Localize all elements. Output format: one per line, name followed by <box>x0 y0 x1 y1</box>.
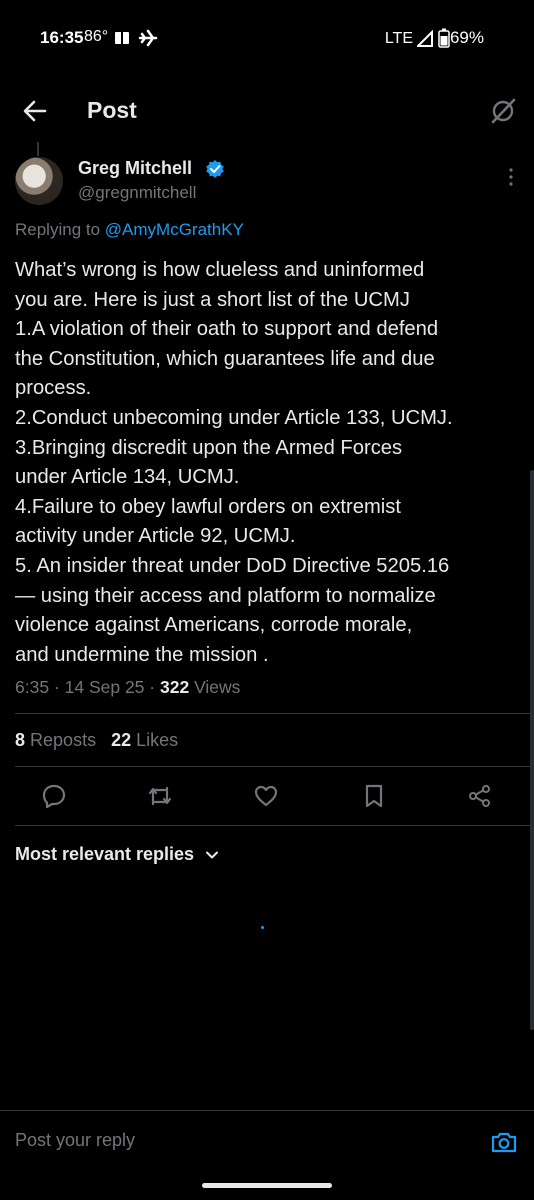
post-line: under Article 134, UCMJ. <box>15 466 240 489</box>
home-indicator[interactable] <box>202 1183 332 1188</box>
reply-icon[interactable] <box>40 782 68 810</box>
more-vertical-icon[interactable] <box>508 167 514 187</box>
views-count[interactable]: 322 <box>160 677 189 697</box>
post-line: the Constitution, which guarantees life … <box>15 347 435 370</box>
reposts-count[interactable]: 8 <box>15 730 25 750</box>
post-line: violence against Americans, corrode mora… <box>15 614 413 637</box>
status-time: 16:35 <box>40 28 84 47</box>
likes-count[interactable]: 22 <box>111 730 131 750</box>
post-line: process. <box>15 377 92 400</box>
heart-icon[interactable] <box>252 782 280 810</box>
page-title: Post <box>87 97 137 123</box>
post-date: 14 Sep 25 <box>64 677 145 697</box>
repost-icon[interactable] <box>146 782 174 810</box>
battery-percent: 69% <box>449 28 484 47</box>
battery-icon <box>438 28 450 48</box>
thread-connector <box>37 142 39 156</box>
share-icon[interactable] <box>466 782 494 810</box>
grok-icon[interactable] <box>488 96 518 126</box>
post-line: 5. An insider threat under DoD Directive… <box>15 554 450 577</box>
divider <box>15 825 534 826</box>
post-line: 4.Failure to obey lawful orders on extre… <box>15 495 401 518</box>
replying-prefix: Replying to <box>15 220 105 239</box>
chevron-down-icon <box>206 851 219 859</box>
camera-icon[interactable] <box>490 1128 518 1156</box>
bookmark-icon[interactable] <box>360 782 388 810</box>
status-temperature: 86° <box>84 28 109 45</box>
divider <box>15 766 534 767</box>
post-text: What’s wrong is how clueless and uninfor… <box>15 256 525 670</box>
replying-to-link[interactable]: @AmyMcGrathKY <box>105 220 244 239</box>
reply-input[interactable]: Post your reply <box>15 1130 135 1151</box>
notification-icons <box>115 29 158 47</box>
divider <box>0 1110 534 1111</box>
loading-indicator <box>261 926 264 929</box>
post-line: and undermine the mission . <box>15 643 269 666</box>
reposts-label[interactable]: Reposts <box>30 730 96 750</box>
signal-icon <box>417 29 433 47</box>
engagement-stats: 8 Reposts 22 Likes <box>15 730 178 751</box>
verified-badge-icon <box>206 160 224 178</box>
arrow-left-icon[interactable] <box>20 96 50 126</box>
post-line: — using their access and platform to nor… <box>15 584 436 607</box>
author-name[interactable]: Greg Mitchell <box>78 158 192 179</box>
avatar[interactable] <box>15 157 63 205</box>
likes-label[interactable]: Likes <box>136 730 178 750</box>
post-line: activity under Article 92, UCMJ. <box>15 525 296 548</box>
replying-to: Replying to @AmyMcGrathKY <box>15 220 244 240</box>
views-label: Views <box>194 677 241 697</box>
divider <box>15 713 534 714</box>
post-line: What’s wrong is how clueless and uninfor… <box>15 259 425 281</box>
post-time: 6:35 <box>15 677 50 697</box>
replies-sort-label: Most relevant replies <box>15 844 195 864</box>
post-line: 2.Conduct unbecoming under Article 133, … <box>15 406 453 429</box>
post-line: you are. Here is just a short list of th… <box>15 288 410 311</box>
status-network: LTE <box>384 30 413 47</box>
author-handle[interactable]: @gregnmitchell <box>78 183 196 203</box>
post-line: 3.Bringing discredit upon the Armed Forc… <box>15 436 403 459</box>
replies-sort-dropdown[interactable]: Most relevant replies <box>15 844 219 865</box>
scrollbar[interactable] <box>530 470 534 1030</box>
post-line: 1.A violation of their oath to support a… <box>15 318 439 341</box>
post-meta: 6:35 · 14 Sep 25 · 322 Views <box>15 677 241 697</box>
